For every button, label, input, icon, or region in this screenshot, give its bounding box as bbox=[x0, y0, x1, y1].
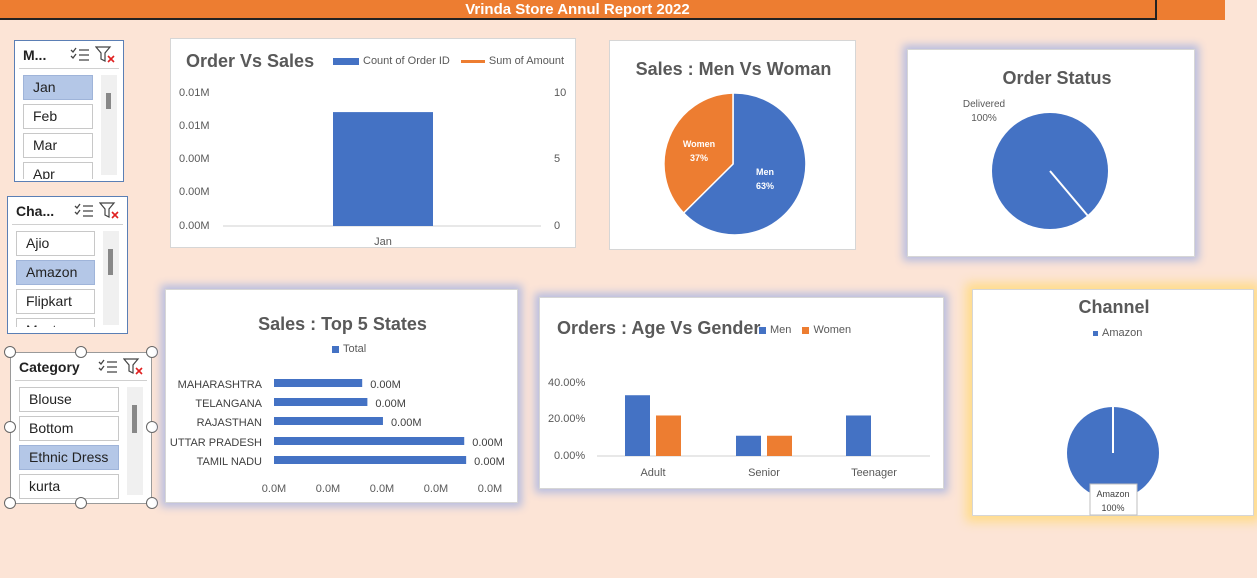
state-bar bbox=[274, 437, 465, 445]
x-tick: 0.0M bbox=[370, 483, 394, 495]
y-tick: 0.00% bbox=[554, 450, 585, 462]
value-label: 0.00M bbox=[391, 417, 422, 429]
men-vs-woman-chart[interactable]: Sales : Men Vs Woman Men 63% Women 37% bbox=[609, 40, 856, 250]
slice-label: Women bbox=[683, 139, 715, 149]
state-bar bbox=[274, 456, 467, 464]
x-tick: Teenager bbox=[851, 467, 897, 479]
value-label: 0.00M bbox=[472, 437, 503, 449]
bar-men-adult bbox=[625, 395, 650, 456]
state-label: TAMIL NADU bbox=[197, 456, 262, 468]
state-bar bbox=[274, 379, 363, 387]
state-label: MAHARASHTRA bbox=[178, 379, 263, 391]
state-label: RAJASTHAN bbox=[197, 417, 262, 429]
slicer-item-bottom[interactable]: Bottom bbox=[19, 416, 119, 441]
value-label: 0.00M bbox=[370, 379, 401, 391]
x-tick: Adult bbox=[640, 467, 665, 479]
order-vs-sales-chart[interactable]: Order Vs Sales Count of Order ID Sum of … bbox=[170, 38, 576, 248]
x-tick: Senior bbox=[748, 467, 780, 479]
clear-filter-icon[interactable] bbox=[93, 44, 119, 66]
slicer-items: Blouse Bottom Ethnic Dress kurta bbox=[19, 387, 119, 499]
slicer-item-ethnic-dress[interactable]: Ethnic Dress bbox=[19, 445, 119, 470]
y-tick: 40.00% bbox=[548, 377, 586, 389]
slicer-scrollbar[interactable] bbox=[127, 387, 143, 495]
bar-women-adult bbox=[656, 415, 681, 456]
value-label: 0.00M bbox=[375, 398, 406, 410]
resize-handle[interactable] bbox=[146, 346, 158, 358]
slicer-title: Cha... bbox=[16, 202, 55, 219]
clear-filter-icon[interactable] bbox=[121, 356, 147, 378]
clear-filter-icon[interactable] bbox=[97, 200, 123, 222]
report-title: Vrinda Store Annul Report 2022 bbox=[0, 0, 1157, 20]
state-label: TELANGANA bbox=[195, 398, 262, 410]
x-tick: 0.0M bbox=[262, 483, 286, 495]
slice-pct: 63% bbox=[756, 181, 774, 191]
slicer-title: M... bbox=[23, 46, 47, 63]
channel-chart[interactable]: Channel Amazon Amazon 100% bbox=[972, 289, 1254, 516]
x-tick: Jan bbox=[374, 236, 392, 248]
slicer-item-flipkart[interactable]: Flipkart bbox=[16, 289, 95, 314]
resize-handle[interactable] bbox=[4, 497, 16, 509]
slicer-items: Ajio Amazon Flipkart Myntra bbox=[16, 231, 95, 327]
slicer-item-apr[interactable]: Apr bbox=[23, 162, 93, 179]
state-bar bbox=[274, 417, 383, 425]
y2-tick: 0 bbox=[554, 220, 560, 232]
month-slicer[interactable]: M... Jan Feb Mar Apr bbox=[14, 40, 124, 182]
slicer-item-amazon[interactable]: Amazon bbox=[16, 260, 95, 285]
resize-handle[interactable] bbox=[75, 497, 87, 509]
category-slicer[interactable]: Category Blouse Bottom Ethnic Dress kurt… bbox=[10, 352, 152, 504]
slicer-header: M... bbox=[19, 41, 119, 69]
y-tick: 0.00M bbox=[179, 186, 210, 198]
slicer-items: Jan Feb Mar Apr bbox=[23, 75, 93, 179]
state-bar bbox=[274, 398, 368, 406]
x-tick: 0.0M bbox=[316, 483, 340, 495]
slicer-item-feb[interactable]: Feb bbox=[23, 104, 93, 129]
slicer-item-kurta[interactable]: kurta bbox=[19, 474, 119, 499]
resize-handle[interactable] bbox=[146, 497, 158, 509]
bar-women-senior bbox=[767, 435, 792, 456]
y-tick: 0.01M bbox=[179, 120, 210, 132]
y-tick: 0.00M bbox=[179, 153, 210, 165]
slice-pct: 100% bbox=[1101, 503, 1124, 513]
slicer-header: Cha... bbox=[12, 197, 123, 225]
slicer-scrollbar[interactable] bbox=[101, 75, 117, 175]
x-tick: 0.0M bbox=[424, 483, 448, 495]
channel-slicer[interactable]: Cha... Ajio Amazon Flipkart Myntra bbox=[7, 196, 128, 334]
top-states-chart[interactable]: Sales : Top 5 States Total MAHARASHTRA T… bbox=[165, 289, 518, 503]
title-bar-extension bbox=[1157, 0, 1225, 20]
resize-handle[interactable] bbox=[4, 421, 16, 433]
state-label: UTTAR PRADESH bbox=[170, 437, 262, 449]
slice-label: Men bbox=[756, 167, 774, 177]
bar-men-senior bbox=[736, 435, 761, 456]
y-tick: 20.00% bbox=[548, 413, 586, 425]
bar-men-teenager bbox=[846, 415, 871, 456]
slicer-scrollbar[interactable] bbox=[103, 231, 119, 325]
slicer-item-myntra[interactable]: Myntra bbox=[16, 318, 95, 327]
slicer-item-jan[interactable]: Jan bbox=[23, 75, 93, 100]
multi-select-icon[interactable] bbox=[71, 200, 97, 222]
slicer-item-blouse[interactable]: Blouse bbox=[19, 387, 119, 412]
slicer-title: Category bbox=[19, 358, 80, 375]
bar-count-jan bbox=[333, 112, 433, 226]
y-tick: 0.00M bbox=[179, 220, 210, 232]
y2-tick: 5 bbox=[554, 153, 560, 165]
slicer-item-mar[interactable]: Mar bbox=[23, 133, 93, 158]
age-vs-gender-chart[interactable]: Orders : Age Vs Gender Men Women 40.00% … bbox=[539, 297, 944, 489]
multi-select-icon[interactable] bbox=[67, 44, 93, 66]
resize-handle[interactable] bbox=[146, 421, 158, 433]
x-tick: 0.0M bbox=[478, 483, 502, 495]
order-status-chart[interactable]: Order Status Delivered 100% bbox=[907, 49, 1195, 257]
value-label: 0.00M bbox=[474, 456, 505, 468]
slicer-item-ajio[interactable]: Ajio bbox=[16, 231, 95, 256]
slice-label: Delivered bbox=[963, 99, 1005, 110]
resize-handle[interactable] bbox=[75, 346, 87, 358]
slice-pct: 37% bbox=[690, 153, 708, 163]
slice-label: Amazon bbox=[1096, 489, 1129, 499]
y-tick: 0.01M bbox=[179, 87, 210, 99]
resize-handle[interactable] bbox=[4, 346, 16, 358]
y2-tick: 10 bbox=[554, 87, 566, 99]
slice-pct: 100% bbox=[971, 113, 997, 124]
multi-select-icon[interactable] bbox=[95, 356, 121, 378]
